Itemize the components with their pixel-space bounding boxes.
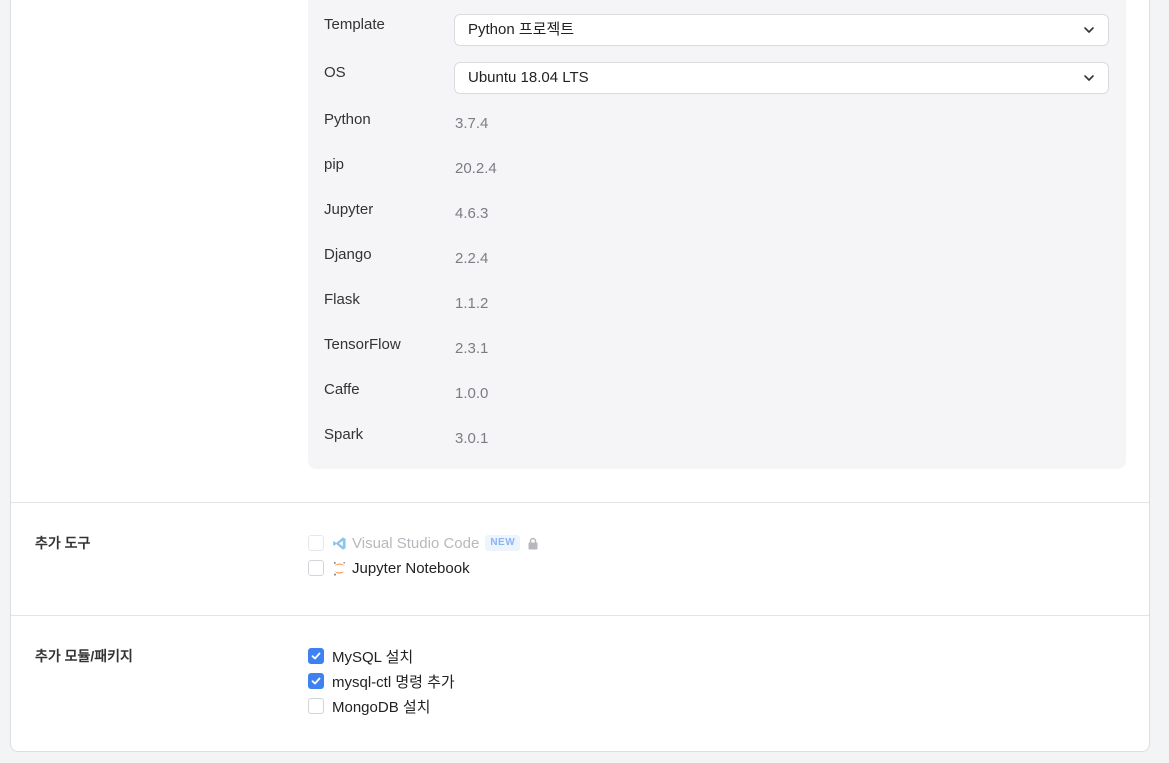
new-badge: NEW	[485, 535, 521, 551]
version-label: pip	[324, 156, 345, 173]
section-divider	[11, 502, 1149, 503]
version-value: 20.2.4	[455, 160, 497, 177]
vscode-checkbox	[308, 535, 324, 551]
jupyter-notebook-label: Jupyter Notebook	[352, 559, 470, 577]
mysql-install-label: MySQL 설치	[332, 648, 414, 666]
mysql-ctl-option[interactable]: mysql-ctl 명령 추가	[308, 671, 455, 691]
jupyter-notebook-option[interactable]: Jupyter Notebook	[308, 558, 470, 578]
os-select[interactable]: Ubuntu 18.04 LTS	[454, 62, 1109, 94]
version-label: Django	[324, 246, 372, 263]
vscode-label: Visual Studio Code	[352, 534, 480, 552]
chevron-down-icon	[1084, 27, 1094, 33]
tools-section-title: 추가 도구	[35, 535, 91, 551]
chevron-down-icon	[1084, 75, 1094, 81]
mysql-install-option[interactable]: MySQL 설치	[308, 646, 413, 666]
environment-spec-panel: Template Python 프로젝트 OS Ubuntu 18.04 LTS…	[308, 0, 1126, 469]
mysql-ctl-label: mysql-ctl 명령 추가	[332, 673, 455, 691]
mongodb-install-checkbox[interactable]	[308, 698, 324, 714]
container-settings-card: Template Python 프로젝트 OS Ubuntu 18.04 LTS…	[10, 0, 1150, 752]
version-value: 1.0.0	[455, 385, 489, 402]
mongodb-install-option[interactable]: MongoDB 설치	[308, 696, 430, 716]
version-value: 2.3.1	[455, 340, 489, 357]
mysql-install-checkbox[interactable]	[308, 648, 324, 664]
os-label: OS	[324, 64, 346, 81]
template-select[interactable]: Python 프로젝트	[454, 14, 1109, 46]
vscode-option: Visual Studio Code NEW	[308, 533, 539, 553]
version-label: Spark	[324, 426, 364, 443]
template-label: Template	[324, 16, 385, 33]
version-value: 2.2.4	[455, 250, 489, 267]
version-label: Python	[324, 111, 371, 128]
vscode-icon	[333, 536, 346, 550]
version-label: TensorFlow	[324, 336, 401, 353]
mysql-ctl-checkbox[interactable]	[308, 673, 324, 689]
version-label: Flask	[324, 291, 360, 308]
mongodb-install-label: MongoDB 설치	[332, 698, 431, 716]
lock-icon	[528, 537, 538, 549]
jupyter-icon	[333, 561, 345, 576]
version-label: Caffe	[324, 381, 360, 398]
template-selected-value: Python 프로젝트	[468, 21, 575, 38]
version-value: 1.1.2	[455, 295, 489, 312]
version-value: 3.7.4	[455, 115, 489, 132]
packages-section-title: 추가 모듈/패키지	[35, 648, 133, 664]
checkmark-icon	[311, 677, 321, 685]
checkmark-icon	[311, 652, 321, 660]
os-selected-value: Ubuntu 18.04 LTS	[468, 69, 589, 86]
section-divider	[11, 615, 1149, 616]
jupyter-notebook-checkbox[interactable]	[308, 560, 324, 576]
version-value: 3.0.1	[455, 430, 489, 447]
version-label: Jupyter	[324, 201, 374, 218]
version-value: 4.6.3	[455, 205, 489, 222]
